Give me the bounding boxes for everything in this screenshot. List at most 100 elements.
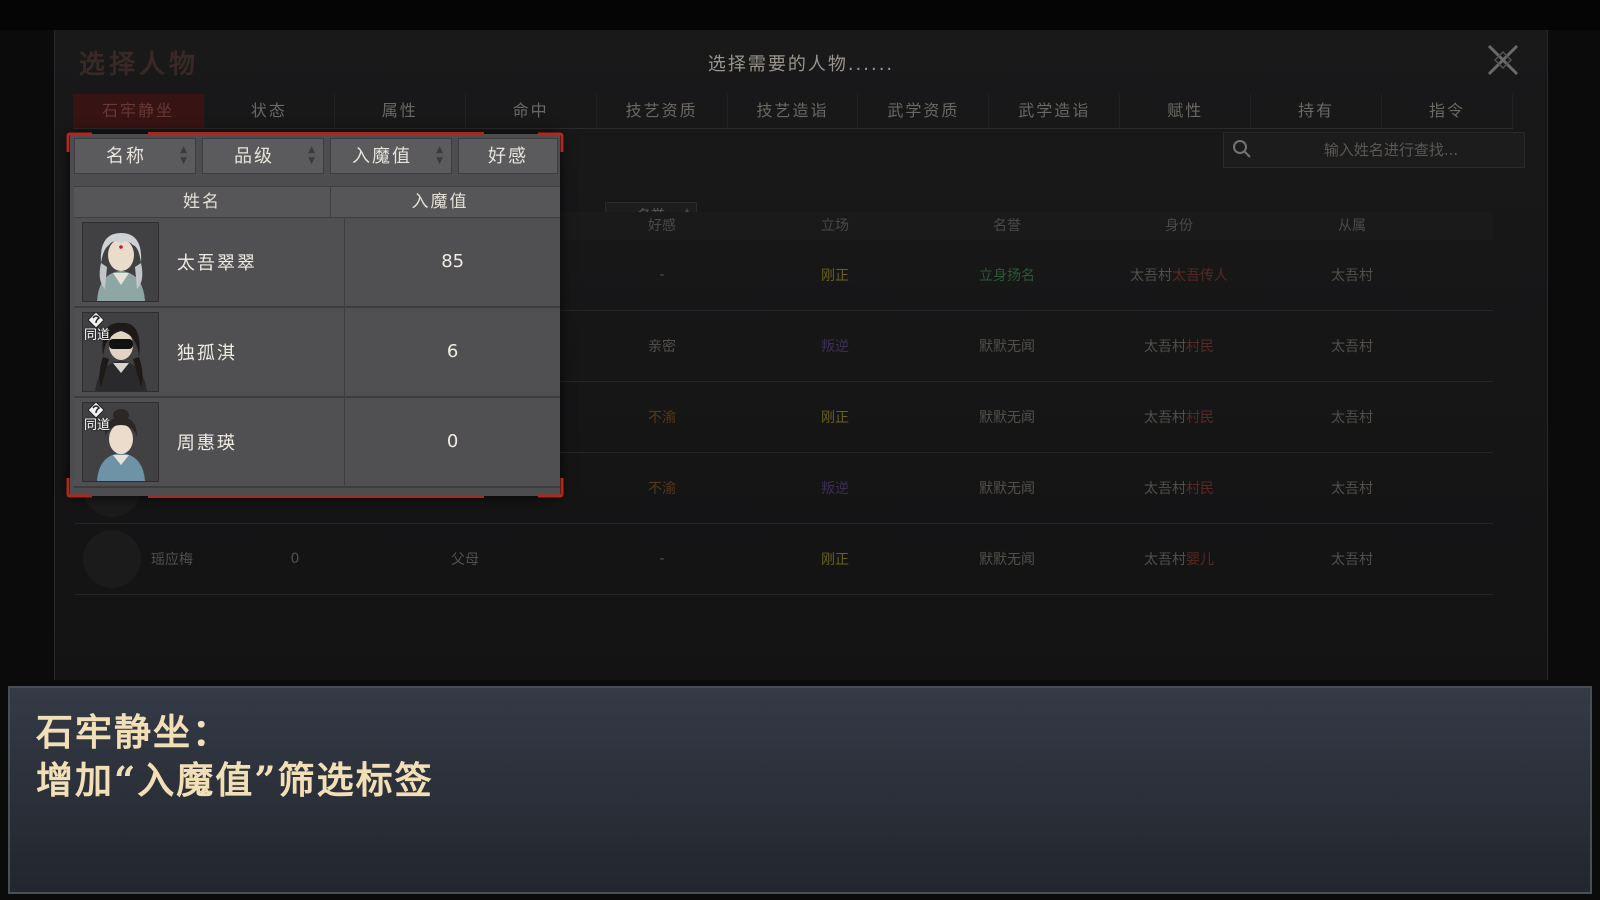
- popup-table-header: 姓名 入魔值: [74, 186, 560, 218]
- tab-0[interactable]: 石牢静坐: [73, 94, 204, 128]
- popup-row[interactable]: 同道 周惠瑛 0: [74, 398, 560, 488]
- tab-2[interactable]: 属性: [335, 94, 466, 128]
- demon-value: 85: [344, 218, 560, 306]
- character-name: 周惠瑛: [176, 433, 237, 454]
- filter-grade-label: 品级: [234, 146, 274, 167]
- bg-header-stance: 立场: [821, 218, 849, 234]
- bg-header-identity: 身份: [1165, 218, 1193, 234]
- filter-demon-value[interactable]: 入魔值 ▲ ▼: [330, 138, 452, 174]
- bg-identity-role: 太吾传人: [1172, 268, 1228, 284]
- caption-description: 增加“入魔值”筛选标签: [36, 758, 434, 802]
- tab-1[interactable]: 状态: [204, 94, 335, 128]
- filter-name[interactable]: 名称 ▲ ▼: [74, 138, 196, 174]
- bg-header-favor: 好感: [648, 218, 676, 234]
- bg-identity: 太吾村村民: [1093, 478, 1265, 498]
- sort-arrows-icon: ▲▼: [436, 145, 445, 166]
- filter-favor[interactable]: 好感: [458, 138, 558, 174]
- bg-header-affiliation: 从属: [1338, 218, 1366, 234]
- header-demon-value: 入魔值: [411, 192, 469, 212]
- tab-6[interactable]: 武学资质: [858, 94, 990, 128]
- bg-stance: 叛逆: [821, 339, 849, 355]
- avatar: [83, 530, 141, 588]
- bg-identity: 太吾村村民: [1093, 407, 1265, 427]
- tab-7[interactable]: 武学造诣: [989, 94, 1121, 128]
- popup-row[interactable]: 同道 独孤淇 6: [74, 308, 560, 398]
- close-x-icon[interactable]: [1485, 42, 1521, 78]
- tab-5[interactable]: 技艺造诣: [728, 94, 859, 128]
- bg-identity-village: 太吾村: [1130, 268, 1172, 284]
- filter-demon-value-label: 入魔值: [352, 146, 412, 167]
- caption-title: 石牢静坐：: [36, 710, 231, 754]
- bg-favor: 不渝: [648, 410, 676, 426]
- tab-bar: 石牢静坐 状态 属性 命中 技艺资质 技艺造诣 武学资质 武学造诣 赋性 持有 指令: [73, 94, 1513, 129]
- tab-9[interactable]: 持有: [1251, 94, 1383, 128]
- bg-name: 瑶应梅: [151, 552, 193, 568]
- portrait-silver-hair-icon: [83, 223, 158, 301]
- bg-identity-role: 婴儿: [1186, 552, 1214, 568]
- popup-row[interactable]: 太吾翠翠 85: [74, 218, 560, 308]
- bg-fame: 立身扬名: [979, 268, 1035, 284]
- bg-relation: 父母: [451, 552, 479, 568]
- bg-favor: 亲密: [648, 339, 676, 355]
- popup-top-accent: [148, 132, 484, 135]
- filter-name-label: 名称: [106, 146, 146, 167]
- tab-4[interactable]: 技艺资质: [597, 94, 728, 128]
- bg-affiliation: 太吾村: [1331, 481, 1373, 497]
- bg-stance: 刚正: [821, 410, 849, 426]
- bg-fame: 默默无闻: [979, 339, 1035, 355]
- bg-identity: 太吾村太吾传人: [1093, 265, 1265, 285]
- bg-identity-village: 太吾村: [1144, 552, 1186, 568]
- tab-10[interactable]: 指令: [1382, 94, 1513, 128]
- bg-favor: -: [659, 551, 665, 567]
- character-name: 太吾翠翠: [176, 253, 257, 274]
- bg-stance: 刚正: [821, 268, 849, 284]
- bg-affiliation: 太吾村: [1331, 410, 1373, 426]
- bg-affiliation: 太吾村: [1331, 339, 1373, 355]
- popup-bottom-accent: [148, 495, 484, 498]
- sort-arrows-icon: ▲▼: [180, 145, 189, 166]
- bg-identity: 太吾村村民: [1093, 336, 1265, 356]
- bg-affiliation: 太吾村: [1331, 552, 1373, 568]
- header-name: 姓名: [74, 187, 331, 217]
- search-input[interactable]: [1264, 135, 1518, 165]
- bg-identity-role: 村民: [1186, 339, 1214, 355]
- tab-8[interactable]: 赋性: [1120, 94, 1252, 128]
- character-name: 独孤淇: [176, 343, 237, 364]
- top-dark-band: [0, 0, 1600, 30]
- bg-favor: 不渝: [648, 481, 676, 497]
- bg-stance: 叛逆: [821, 481, 849, 497]
- feature-caption-banner: 石牢静坐： 增加“入魔值”筛选标签: [8, 686, 1592, 894]
- filter-tags: 名称 ▲ ▼ 品级 ▲ ▼ 入魔值 ▲ ▼ 好感: [74, 138, 558, 174]
- demon-value: 6: [344, 308, 560, 396]
- bg-fame: 默默无闻: [979, 481, 1035, 497]
- bg-identity-role: 村民: [1186, 481, 1214, 497]
- bg-identity: 太吾村婴儿: [1093, 549, 1265, 569]
- filter-favor-label: 好感: [488, 146, 528, 167]
- search-box: [1223, 132, 1525, 168]
- nine-demon-filter-popup: 名称 ▲▼ 品级 ▲▼ 入魔值 ▲▼ 好感 姓名 入魔值 太吾翠翠 85: [66, 132, 564, 498]
- character-portrait: 同道: [82, 402, 159, 482]
- bg-value: 0: [290, 551, 300, 567]
- companion-badge-icon: [87, 313, 105, 329]
- bg-stance: 刚正: [821, 552, 849, 568]
- bg-favor: -: [659, 267, 665, 283]
- search-icon: [1233, 140, 1251, 158]
- table-row[interactable]: 瑶应梅 0 父母 - 刚正 默默无闻 太吾村婴儿 太吾村: [75, 524, 1493, 595]
- companion-label: 同道: [83, 328, 110, 343]
- tab-3[interactable]: 命中: [466, 94, 597, 128]
- character-portrait: [82, 222, 159, 302]
- bg-identity-role: 村民: [1186, 410, 1214, 426]
- bg-header-fame: 名誉: [993, 218, 1021, 234]
- bg-identity-village: 太吾村: [1144, 339, 1186, 355]
- companion-label: 同道: [83, 418, 110, 433]
- window-prompt: 选择需要的人物......: [707, 54, 895, 75]
- close-x-icon-svg: [1487, 44, 1519, 76]
- filter-grade[interactable]: 品级 ▲ ▼: [202, 138, 324, 174]
- sort-arrows-icon: ▲▼: [308, 145, 317, 166]
- bg-identity-village: 太吾村: [1144, 481, 1186, 497]
- character-portrait: 同道: [82, 312, 159, 392]
- companion-badge-icon: [87, 403, 105, 419]
- bg-fame: 默默无闻: [979, 410, 1035, 426]
- bg-affiliation: 太吾村: [1331, 268, 1373, 284]
- demon-value: 0: [344, 398, 560, 486]
